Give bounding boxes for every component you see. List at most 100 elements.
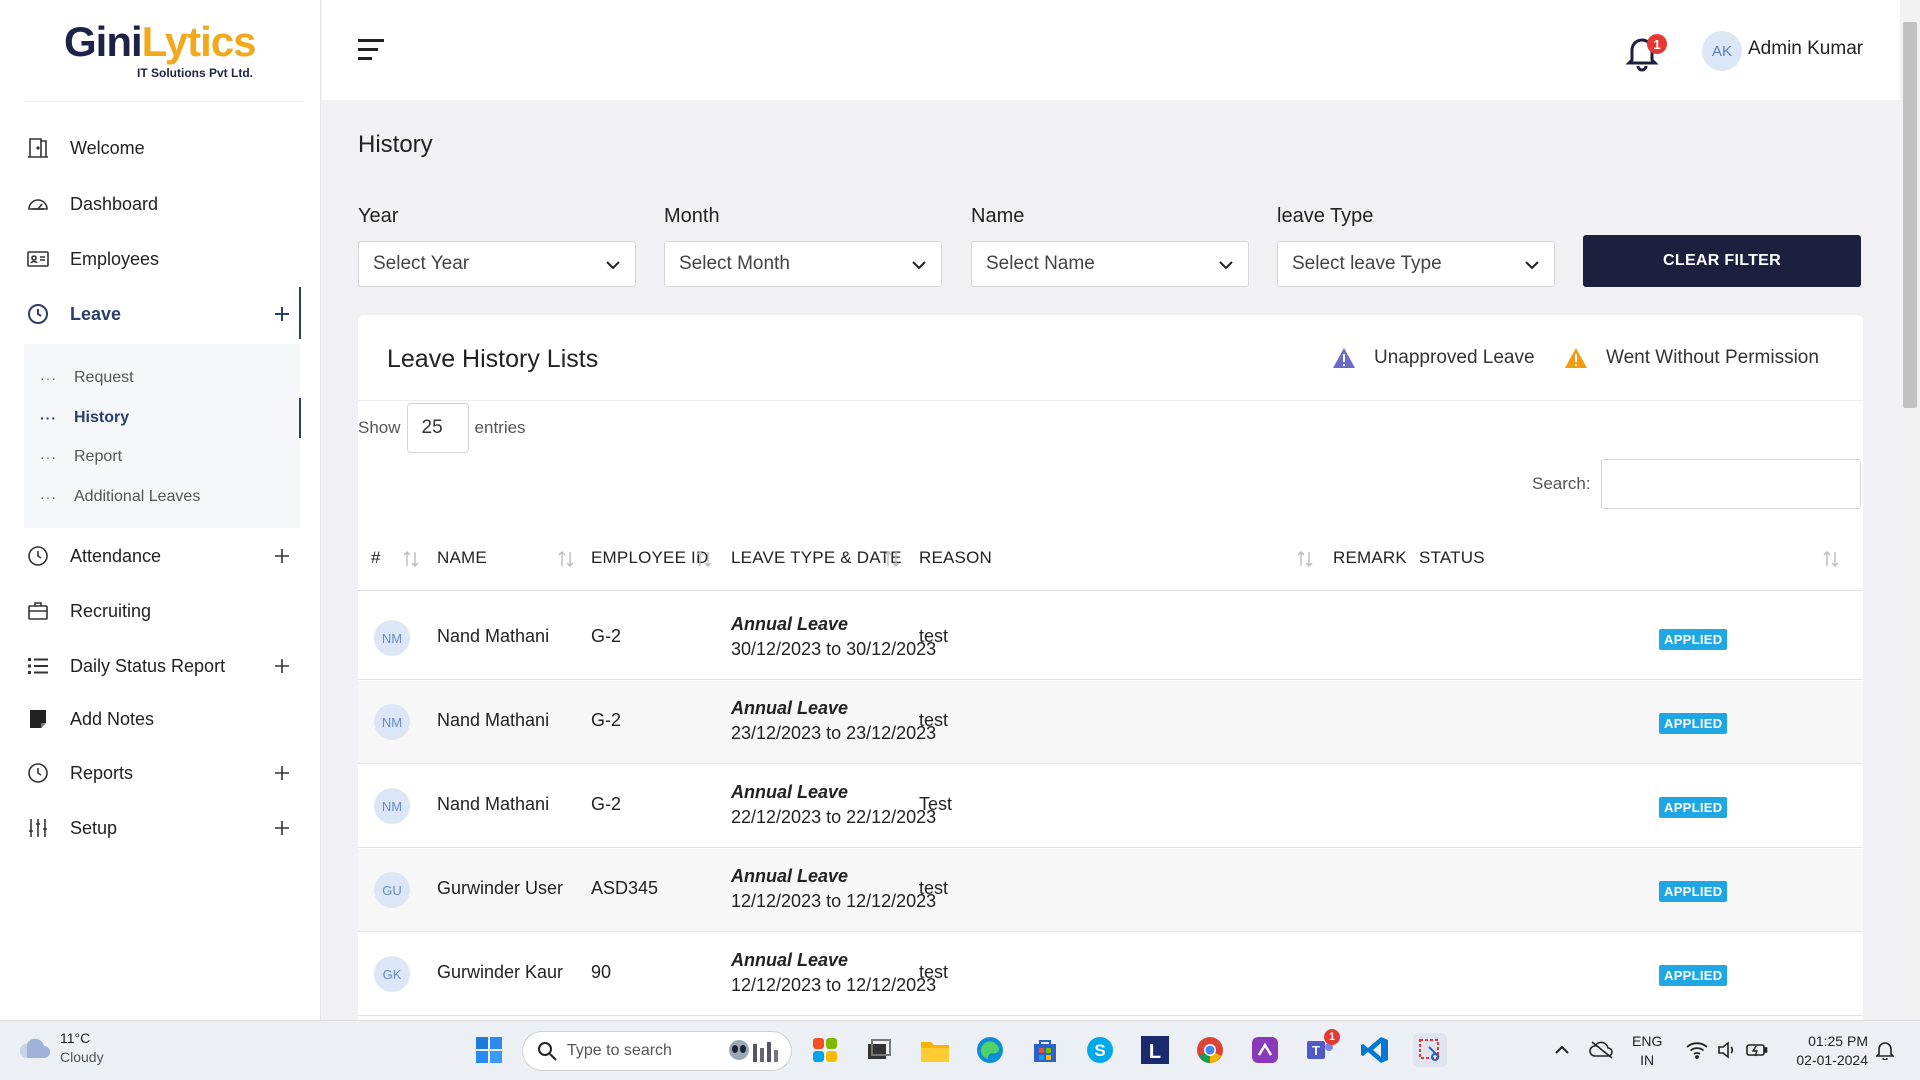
- cell-leave-type: Annual Leave: [731, 698, 849, 718]
- system-clock[interactable]: 01:25 PM 02-01-2024: [1788, 1032, 1868, 1070]
- user-name[interactable]: Admin Kumar: [1748, 38, 1863, 60]
- vscode-icon[interactable]: [1358, 1033, 1392, 1067]
- sidebar-item-label: Leave: [70, 303, 122, 324]
- onedrive-offline-icon[interactable]: [1585, 1033, 1619, 1067]
- filter-year: Year Select Year: [358, 205, 636, 287]
- cell-name: Nand Mathani: [437, 794, 550, 814]
- submenu-item-request[interactable]: ··· Request: [40, 363, 134, 393]
- search-placeholder: Type to search: [567, 1042, 672, 1059]
- filter-label: Year: [358, 205, 399, 227]
- sort-icon[interactable]: [1823, 549, 1839, 569]
- status-badge: APPLIED: [1659, 629, 1728, 650]
- legend-unapproved: Unapproved Leave: [1332, 347, 1535, 369]
- sidebar-item-employees[interactable]: Employees: [24, 239, 300, 279]
- sidebar-item-daily-status-report[interactable]: Daily Status Report: [24, 646, 300, 686]
- sidebar-item-label: Attendance: [70, 545, 162, 566]
- brand-name-part1: Gini: [64, 18, 143, 65]
- sidebar-item-welcome[interactable]: Welcome: [24, 128, 300, 168]
- sidebar-item-setup[interactable]: Setup: [24, 808, 300, 848]
- wifi-icon[interactable]: [1680, 1033, 1714, 1067]
- id-card-icon: [24, 245, 52, 273]
- sidebar-item-label: Employees: [70, 248, 160, 269]
- sort-icon[interactable]: [403, 549, 419, 569]
- column-header-reason[interactable]: REASON: [919, 525, 992, 591]
- expand-plus-icon[interactable]: [270, 302, 294, 326]
- l-app-icon[interactable]: L: [1138, 1033, 1172, 1067]
- column-header-remark[interactable]: REMARK: [1333, 525, 1407, 591]
- entries-select[interactable]: 25: [406, 403, 469, 453]
- cell-reason: test: [919, 710, 949, 730]
- weather-temp: 11°C: [60, 1030, 91, 1046]
- column-header-index[interactable]: #: [371, 525, 381, 591]
- year-select[interactable]: Select Year: [358, 241, 636, 287]
- column-header-status[interactable]: STATUS: [1419, 525, 1485, 591]
- submenu-active-indicator: [299, 398, 301, 438]
- chevron-down-icon: [1218, 257, 1234, 273]
- month-select[interactable]: Select Month: [664, 241, 942, 287]
- page-scrollbar[interactable]: [1900, 0, 1920, 1020]
- submenu-item-label: Additional Leaves: [74, 488, 201, 505]
- sort-icon[interactable]: [558, 549, 574, 569]
- menu-toggle-icon[interactable]: [358, 36, 386, 62]
- expand-plus-icon[interactable]: [270, 761, 294, 785]
- clear-filter-button[interactable]: CLEAR FILTER: [1583, 235, 1861, 287]
- taskbar-search-input[interactable]: Type to search: [522, 1031, 792, 1071]
- sidebar-item-reports[interactable]: Reports: [24, 753, 300, 793]
- expand-plus-icon[interactable]: [270, 816, 294, 840]
- employee-avatar: GU: [374, 872, 410, 908]
- sidebar-item-recruiting[interactable]: Recruiting: [24, 591, 300, 631]
- scrollbar-thumb[interactable]: [1903, 22, 1917, 408]
- cell-leave-dates: 22/12/2023 to 22/12/2023: [731, 807, 937, 827]
- chevron-up-icon[interactable]: [1545, 1033, 1579, 1067]
- employee-avatar: NM: [374, 620, 410, 656]
- cell-name: Nand Mathani: [437, 710, 550, 730]
- clock-time: 01:25 PM: [1808, 1033, 1868, 1049]
- language-indicator[interactable]: ENG IN: [1632, 1032, 1662, 1070]
- edge-browser-icon[interactable]: [973, 1033, 1007, 1067]
- clipchamp-icon[interactable]: [1248, 1033, 1282, 1067]
- clock-date: 02-01-2024: [1796, 1052, 1868, 1068]
- chrome-browser-icon[interactable]: [1193, 1033, 1227, 1067]
- sort-icon[interactable]: [884, 549, 900, 569]
- volume-icon[interactable]: [1710, 1033, 1744, 1067]
- submenu-item-additional-leaves[interactable]: ··· Additional Leaves: [40, 482, 200, 512]
- leave-type-select[interactable]: Select leave Type: [1277, 241, 1555, 287]
- copilot-icon[interactable]: [808, 1033, 842, 1067]
- name-select[interactable]: Select Name: [971, 241, 1249, 287]
- battery-icon[interactable]: [1740, 1033, 1774, 1067]
- weather-widget[interactable]: 11°C Cloudy: [18, 1029, 104, 1067]
- sidebar-item-label: Reports: [70, 762, 134, 783]
- table-row: GU Gurwinder User ASD345 Annual Leave 12…: [358, 849, 1863, 932]
- microsoft-store-icon[interactable]: [1028, 1033, 1062, 1067]
- submenu-item-report[interactable]: ··· Report: [40, 442, 122, 472]
- sidebar-item-leave[interactable]: Leave: [24, 294, 300, 334]
- column-header-employee-id[interactable]: EMPLOYEE ID: [591, 525, 708, 591]
- column-header-name[interactable]: NAME: [437, 525, 487, 591]
- cell-employee-id: 90: [591, 962, 612, 982]
- expand-plus-icon[interactable]: [270, 654, 294, 678]
- task-view-icon[interactable]: [862, 1033, 896, 1067]
- windows-start-icon[interactable]: [472, 1033, 506, 1067]
- cloud-icon: [18, 1036, 52, 1060]
- expand-plus-icon[interactable]: [270, 544, 294, 568]
- sort-icon[interactable]: [1297, 549, 1313, 569]
- submenu-item-history[interactable]: ··· History: [40, 403, 129, 433]
- brand-logo[interactable]: GiniLytics IT Solutions Pvt Ltd.: [64, 18, 264, 88]
- table-row: NM Nand Mathani G-2 Annual Leave 23/12/2…: [358, 681, 1863, 764]
- user-avatar[interactable]: AK: [1702, 31, 1742, 71]
- skype-icon[interactable]: S: [1083, 1033, 1117, 1067]
- file-explorer-icon[interactable]: [918, 1033, 952, 1067]
- sidebar-item-dashboard[interactable]: Dashboard: [24, 184, 300, 224]
- column-header-leave-type-date[interactable]: LEAVE TYPE & DATE: [731, 525, 902, 591]
- dots-icon: ···: [40, 449, 57, 465]
- card-title: Leave History Lists: [387, 345, 599, 373]
- sort-icon[interactable]: [696, 549, 712, 569]
- snipping-tool-icon[interactable]: [1413, 1033, 1447, 1067]
- search-input[interactable]: [1601, 459, 1861, 509]
- sidebar-item-attendance[interactable]: Attendance: [24, 536, 300, 576]
- select-value: Select Name: [986, 253, 1095, 274]
- notification-center-bell-icon[interactable]: [1868, 1033, 1902, 1067]
- sidebar-item-add-notes[interactable]: Add Notes: [24, 699, 300, 739]
- list-icon: [24, 652, 52, 680]
- cell-leave-dates: 23/12/2023 to 23/12/2023: [731, 723, 937, 743]
